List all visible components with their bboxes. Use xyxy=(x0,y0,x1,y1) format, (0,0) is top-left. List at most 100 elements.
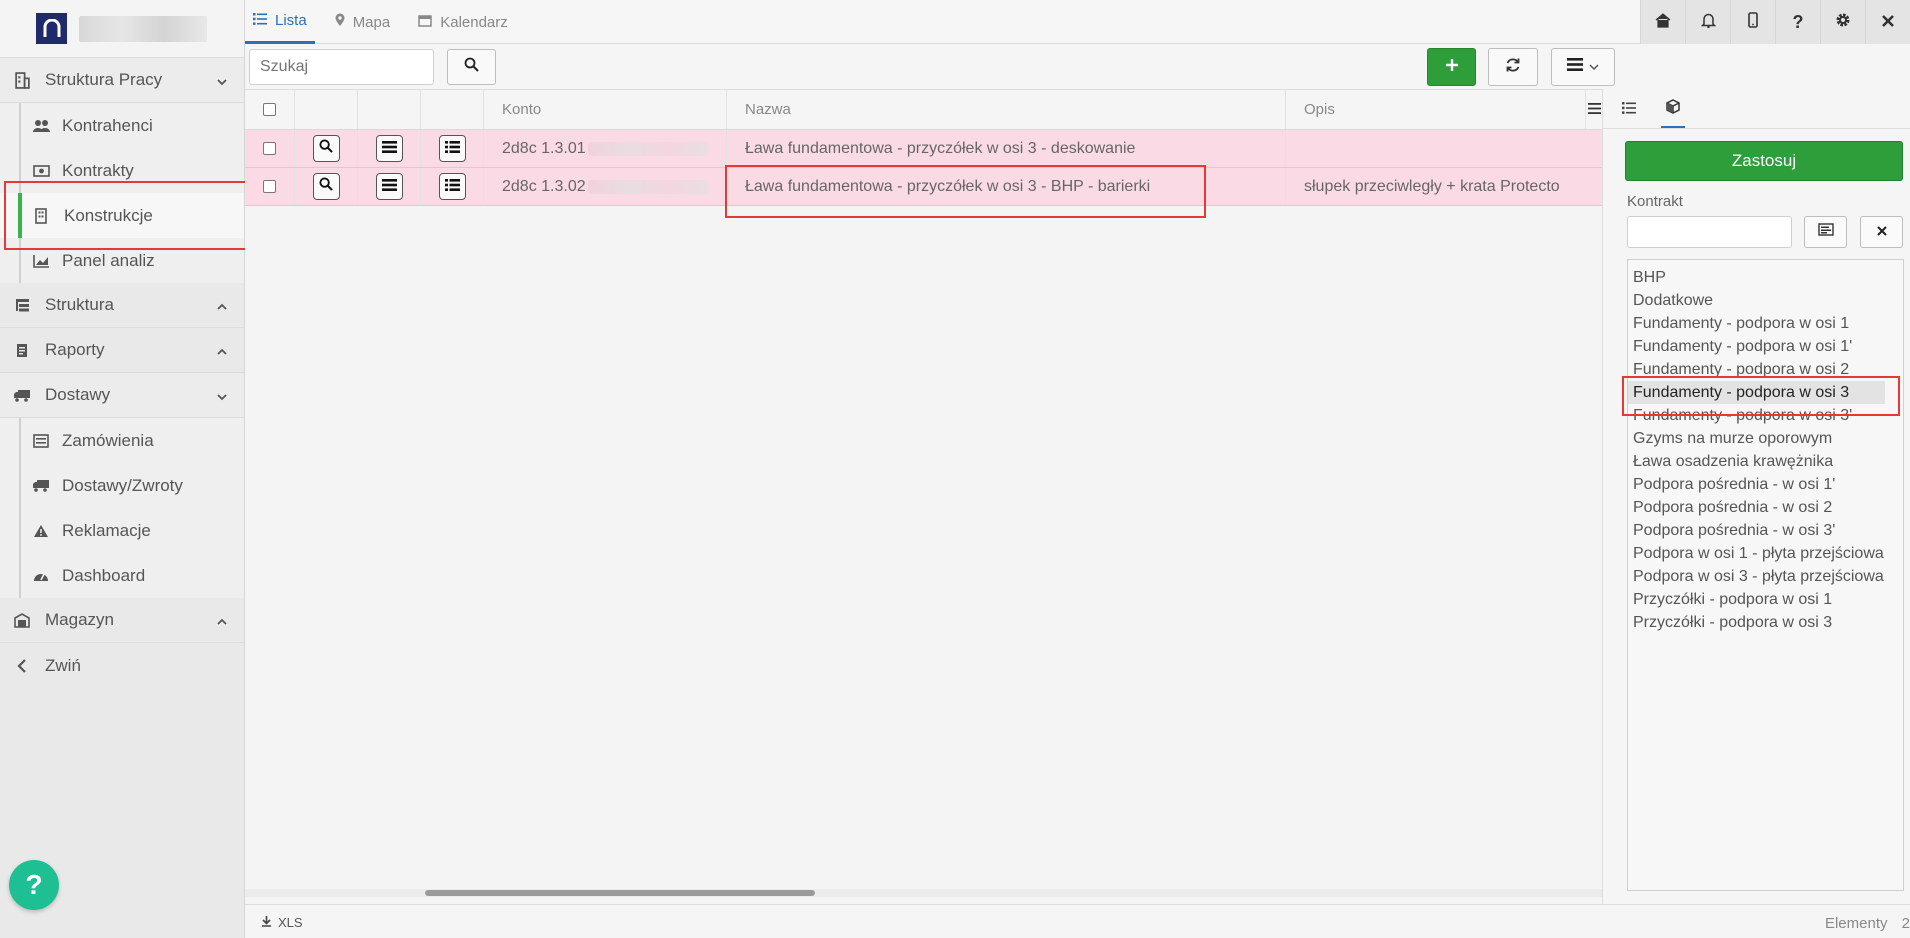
redacted-text xyxy=(587,141,708,156)
tab-kalendarz[interactable]: Kalendarz xyxy=(410,0,516,44)
tab-label: Mapa xyxy=(352,13,391,31)
list-item[interactable]: Przyczółki - podpora w osi 3 xyxy=(1628,611,1903,634)
list-item[interactable]: Dodatkowe xyxy=(1628,289,1903,312)
sidebar-item-label: Struktura xyxy=(45,295,114,314)
select-all-checkbox[interactable] xyxy=(263,103,276,116)
sidebar-item-dostawy-zwroty[interactable]: Dostawy/Zwroty xyxy=(0,463,244,508)
hamburger-icon xyxy=(381,140,397,158)
kontrakt-options-list[interactable]: BHP Dodatkowe Fundamenty - podpora w osi… xyxy=(1627,259,1904,891)
sidebar-item-reklamacje[interactable]: Reklamacje xyxy=(0,508,244,553)
row-action-cell xyxy=(358,130,421,167)
tab-lista[interactable]: Lista xyxy=(245,0,315,44)
home-button[interactable] xyxy=(1640,0,1685,44)
list-item[interactable]: Fundamenty - podpora w osi 3' xyxy=(1628,404,1903,427)
table-row[interactable]: 2d8c 1.3.01 Ława fundamentowa - przyczół… xyxy=(245,130,1602,168)
row-checkbox[interactable] xyxy=(263,142,276,155)
search-icon xyxy=(464,57,479,77)
table-row[interactable]: 2d8c 1.3.02 Ława fundamentowa - przyczół… xyxy=(245,168,1602,206)
building-icon xyxy=(11,71,33,89)
sidebar-item-struktura[interactable]: Struktura xyxy=(0,283,244,328)
search-input[interactable] xyxy=(249,49,434,85)
count-label: Elementy xyxy=(1824,915,1888,932)
sidebar-item-magazyn[interactable]: Magazyn xyxy=(0,598,244,643)
sidebar-collapse-button[interactable]: Zwiń xyxy=(0,643,244,688)
mobile-button[interactable] xyxy=(1730,0,1775,44)
help-icon-button[interactable]: ? xyxy=(1775,0,1820,44)
row-action-cell xyxy=(295,168,358,205)
top-bar: Lista Mapa Kalendarz ? xyxy=(245,0,1910,44)
list-item[interactable]: Przyczółki - podpora w osi 1 xyxy=(1628,588,1903,611)
close-icon xyxy=(1881,12,1895,33)
element-count: Elementy 2 xyxy=(1825,915,1910,932)
question-icon: ? xyxy=(1792,11,1804,32)
horizontal-scrollbar-thumb[interactable] xyxy=(425,890,815,896)
list-item[interactable]: Ława osadzenia krawężnika xyxy=(1628,450,1903,473)
clear-filter-button[interactable] xyxy=(1860,216,1903,248)
list-icon xyxy=(1622,101,1636,119)
mobile-icon xyxy=(1748,11,1758,33)
tab-filter-list[interactable] xyxy=(1617,92,1641,128)
search-button[interactable] xyxy=(447,49,496,85)
bell-icon xyxy=(1700,12,1716,33)
help-button[interactable]: ? xyxy=(9,860,59,910)
list-item[interactable]: Podpora pośrednia - w osi 3' xyxy=(1628,519,1903,542)
sidebar-item-zamowienia[interactable]: Zamówienia xyxy=(0,418,244,463)
list-item[interactable]: Fundamenty - podpora w osi 2 xyxy=(1628,358,1903,381)
sidebar-item-konstrukcje[interactable]: Konstrukcje xyxy=(0,193,244,238)
kontrakt-filter-input[interactable] xyxy=(1627,216,1792,248)
sidebar-item-panel-analiz[interactable]: Panel analiz xyxy=(0,238,244,283)
column-header-opis[interactable]: Opis xyxy=(1286,90,1586,129)
tab-mapa[interactable]: Mapa xyxy=(327,0,399,44)
list-item[interactable]: Podpora w osi 3 - płyta przejściowa xyxy=(1628,565,1903,588)
count-value: 2 xyxy=(1901,915,1910,932)
sidebar-item-dashboard[interactable]: Dashboard xyxy=(0,553,244,598)
list-item[interactable]: Fundamenty - podpora w osi 1 xyxy=(1628,312,1903,335)
list-item[interactable]: Fundamenty - podpora w osi 1' xyxy=(1628,335,1903,358)
menu-dropdown-button[interactable] xyxy=(1551,48,1615,86)
cube-icon xyxy=(1666,99,1680,119)
cell-nazwa: Ława fundamentowa - przyczółek w osi 3 -… xyxy=(727,130,1286,167)
export-xls-button[interactable]: XLS xyxy=(261,915,303,930)
sidebar: Struktura Pracy Kontrahenci Kontrakty Ko… xyxy=(0,0,245,938)
list-item[interactable]: Podpora w osi 1 - płyta przejściowa xyxy=(1628,542,1903,565)
list-item-selected[interactable]: Fundamenty - podpora w osi 3 xyxy=(1628,381,1885,404)
apply-filter-button[interactable]: Zastosuj xyxy=(1625,141,1903,181)
data-grid: Konto Nazwa Opis 2d8c 1.3.01 Ława fundam… xyxy=(245,89,1602,904)
settings-button[interactable] xyxy=(1820,0,1865,44)
logo-area[interactable] xyxy=(0,0,244,58)
sidebar-item-label: Magazyn xyxy=(45,610,114,629)
row-menu-button[interactable] xyxy=(375,135,403,162)
refresh-button[interactable] xyxy=(1488,48,1538,86)
column-header-konto[interactable]: Konto xyxy=(484,90,727,129)
list-item[interactable]: Gzyms na murze oporowym xyxy=(1628,427,1903,450)
sidebar-item-label: Kontrahenci xyxy=(62,115,153,135)
sidebar-item-struktura-pracy[interactable]: Struktura Pracy xyxy=(0,58,244,103)
row-list-button[interactable] xyxy=(438,135,466,162)
row-preview-button[interactable] xyxy=(312,173,340,200)
sidebar-item-kontrakty[interactable]: Kontrakty xyxy=(0,148,244,193)
konto-value: 2d8c 1.3.02 xyxy=(502,177,586,195)
filter-options-button[interactable] xyxy=(1804,216,1847,248)
sidebar-item-dostawy[interactable]: Dostawy xyxy=(0,373,244,418)
list-item[interactable]: Podpora pośrednia - w osi 1' xyxy=(1628,473,1903,496)
add-button[interactable] xyxy=(1427,48,1476,86)
column-header-nazwa[interactable]: Nazwa xyxy=(727,90,1286,129)
notifications-button[interactable] xyxy=(1685,0,1730,44)
row-list-button[interactable] xyxy=(438,173,466,200)
column-menu-button[interactable] xyxy=(1586,90,1602,129)
tab-filter-structure[interactable] xyxy=(1661,92,1685,128)
chart-icon xyxy=(32,254,50,268)
row-menu-button[interactable] xyxy=(375,173,403,200)
list-item[interactable]: BHP xyxy=(1628,266,1903,289)
cell-opis xyxy=(1286,130,1602,167)
sidebar-item-kontrahenci[interactable]: Kontrahenci xyxy=(0,103,244,148)
truck-icon xyxy=(11,389,33,402)
sidebar-item-raporty[interactable]: Raporty xyxy=(0,328,244,373)
calendar-icon xyxy=(418,14,432,31)
row-checkbox[interactable] xyxy=(263,180,276,193)
row-preview-button[interactable] xyxy=(312,135,340,162)
warehouse-icon xyxy=(11,612,33,628)
row-action-cell xyxy=(358,168,421,205)
list-item[interactable]: Podpora pośrednia - w osi 2 xyxy=(1628,496,1903,519)
close-button[interactable] xyxy=(1865,0,1910,44)
